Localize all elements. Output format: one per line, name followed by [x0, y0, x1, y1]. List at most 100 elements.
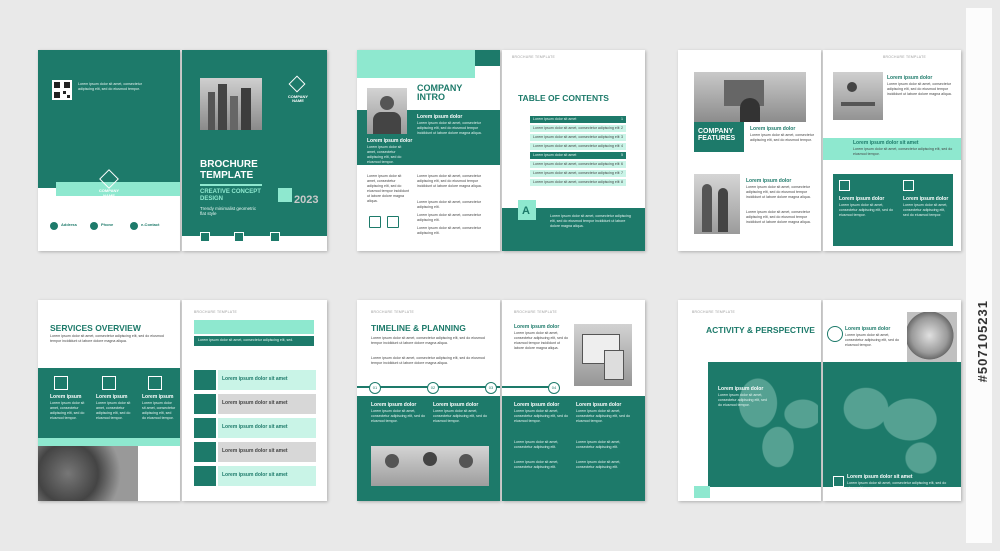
square-icon: [200, 232, 210, 242]
timeline-step: 04: [548, 382, 560, 394]
timeline-bullet: Lorem ipsum dolor sit amet, consectetur …: [576, 440, 621, 449]
page-header: BROCHURE TEMPLATE: [512, 55, 556, 59]
list-item: Lorem ipsum dolor sit amet: [194, 466, 316, 488]
list-item: Lorem ipsum dolor sit amet: [194, 370, 316, 392]
contact-address: Address: [61, 222, 78, 227]
phone-icon: [90, 222, 98, 230]
features-title: COMPANY FEATURES: [698, 128, 736, 143]
features-label: Lorem ipsum dolor: [750, 126, 796, 132]
portrait-photo: [367, 88, 407, 134]
features-label: Lorem ipsum dolor: [839, 196, 885, 202]
toc-row[interactable]: Lorem ipsum dolor sit amet, consectetur …: [530, 161, 626, 168]
timeline-text: Lorem ipsum dolor sit amet, consectetur …: [433, 409, 487, 423]
timeline-text: Lorem ipsum dolor sit amet, consectetur …: [371, 356, 485, 365]
city-photo: [200, 78, 262, 130]
features-page: COMPANY FEATURES Lorem ipsum dolor Lorem…: [678, 50, 821, 251]
intro-bullet: Lorem ipsum dolor sit amet, consectetur …: [417, 200, 481, 209]
services-title: SERVICES OVERVIEW: [50, 323, 141, 333]
mint-square: [694, 486, 710, 498]
cover-front-page: COMPANY NAME BROCHURE TEMPLATE CREATIVE …: [182, 50, 327, 251]
intro-text: Lorem ipsum dolor sit amet, consectetur …: [417, 121, 482, 135]
toc-row[interactable]: Lorem ipsum dolor sit amet 1: [530, 116, 626, 123]
mint-square: [278, 188, 292, 202]
features-label: Lorem ipsum dolor sit amet: [853, 140, 919, 146]
toc-row[interactable]: Lorem ipsum dolor sit amet, consectetur …: [530, 179, 626, 186]
address-icon: [50, 222, 58, 230]
email-icon: [130, 222, 138, 230]
timeline-step: 02: [427, 382, 439, 394]
service-text: Lorem ipsum dolor sit amet, consectetur …: [50, 401, 85, 420]
list-item: Lorem ipsum dolor sit amet: [194, 394, 316, 416]
business-people-photo: [694, 174, 740, 234]
toc-row[interactable]: Lorem ipsum dolor sit amet, consectetur …: [530, 125, 626, 132]
intro-bullet: Lorem ipsum dolor sit amet, consectetur …: [417, 213, 481, 222]
timeline-step: 03: [485, 382, 497, 394]
list-item: Lorem ipsum dolor sit amet: [194, 418, 316, 440]
watermark-id: #507105231: [975, 300, 990, 383]
timeline-label: Lorem ipsum dolor: [576, 402, 622, 408]
toc-page: BROCHURE TEMPLATE TABLE OF CONTENTS Lore…: [502, 50, 645, 251]
timeline-text: Lorem ipsum dolor sit amet, consectetur …: [371, 336, 485, 345]
mint-header: [357, 50, 475, 78]
cover-back-page: Lorem ipsum dolor sit amet, consectetur …: [38, 50, 180, 251]
brochure-tagline: Trendy minimalist geometric flat style: [200, 206, 257, 216]
activity-text: Lorem ipsum dolor sit amet, consectetur …: [845, 333, 899, 347]
page-header: BROCHURE TEMPLATE: [371, 310, 415, 314]
intro-label: Lorem ipsum dolor: [367, 138, 413, 144]
truck-icon: [54, 376, 68, 390]
timeline-page-2: BROCHURE TEMPLATE Lorem ipsum dolor Lore…: [502, 300, 645, 501]
services-list: Lorem ipsum dolor sit amet Lorem ipsum d…: [194, 370, 316, 492]
year-label: 2023: [294, 194, 319, 206]
features-text: Lorem ipsum dolor sit amet, consectetur …: [903, 203, 948, 217]
timeline-title: TIMELINE & PLANNING: [371, 323, 466, 333]
toc-row[interactable]: Lorem ipsum dolor sit amet, consectetur …: [530, 134, 626, 141]
plane-icon: [833, 476, 844, 487]
list-item: Lorem ipsum dolor sit amet: [194, 442, 316, 464]
mint-bar: [194, 320, 314, 334]
features-text: Lorem ipsum dolor sit amet, consectetur …: [746, 185, 811, 199]
cover-back-text: Lorem ipsum dolor sit amet, consectetur …: [78, 82, 142, 91]
gears-photo: [38, 446, 138, 501]
toc-row[interactable]: Lorem ipsum dolor sit amet 5: [530, 152, 626, 159]
intro-text: Lorem ipsum dolor sit amet, consectetur …: [367, 145, 402, 164]
toc-row[interactable]: Lorem ipsum dolor sit amet, consectetur …: [530, 170, 626, 177]
features-text: Lorem ipsum dolor sit amet, consectetur …: [853, 147, 953, 156]
qr-code: [52, 80, 72, 100]
team-photo: [371, 446, 489, 486]
timeline-text: Lorem ipsum dolor sit amet, consectetur …: [576, 409, 630, 423]
features-text: Lorem ipsum dolor sit amet, consectetur …: [839, 203, 893, 217]
page-header: BROCHURE TEMPLATE: [514, 310, 558, 314]
teal-corner: [475, 50, 500, 66]
features-page-2: BROCHURE TEMPLATE Lorem ipsum dolor Lore…: [823, 50, 961, 251]
timeline-text: Lorem ipsum dolor sit amet, consectetur …: [371, 409, 425, 423]
watermark-strip: [966, 8, 992, 543]
service-label: Lorem ipsum: [50, 394, 82, 400]
timeline-bullet: Lorem ipsum dolor sit amet, consectetur …: [514, 460, 559, 469]
globe-photo: [907, 312, 957, 364]
cover-back-band: [38, 50, 180, 188]
timeline-bullet: Lorem ipsum dolor sit amet, consectetur …: [514, 440, 559, 449]
services-list-page: BROCHURE TEMPLATE Lorem ipsum dolor sit …: [182, 300, 327, 501]
chart-icon: [102, 376, 116, 390]
intro-text: Lorem ipsum dolor sit amet, consectetur …: [367, 174, 409, 203]
service-label: Lorem ipsum: [96, 394, 128, 400]
service-text: Lorem ipsum dolor sit amet, consectetur …: [142, 401, 176, 420]
features-text: Lorem ipsum dolor sit amet, consectetur …: [746, 210, 811, 224]
intro-title: COMPANY INTRO: [417, 83, 463, 103]
activity-label: Lorem ipsum dolor: [845, 326, 891, 332]
activity-label: Lorem ipsum dolor: [718, 386, 764, 392]
activity-page-2: Lorem ipsum dolor Lorem ipsum dolor sit …: [823, 300, 961, 501]
timeline-label: Lorem ipsum dolor: [433, 402, 479, 408]
features-label: Lorem ipsum dolor: [903, 196, 949, 202]
services-bar-text: Lorem ipsum dolor sit amet, consectetur …: [198, 338, 294, 342]
title-divider: [200, 184, 262, 186]
globe-icon: [827, 326, 843, 342]
meeting-photo: [694, 72, 806, 122]
intro-text: Lorem ipsum dolor sit amet, consectetur …: [417, 174, 482, 188]
contact-email: e-Contact: [141, 222, 160, 227]
activity-label: Lorem ipsum dolor sit amet: [847, 474, 913, 480]
timeline-label: Lorem ipsum dolor: [514, 402, 560, 408]
timeline-step: 01: [369, 382, 381, 394]
toc-row[interactable]: Lorem ipsum dolor sit amet, consectetur …: [530, 143, 626, 150]
square-icon: [234, 232, 244, 242]
